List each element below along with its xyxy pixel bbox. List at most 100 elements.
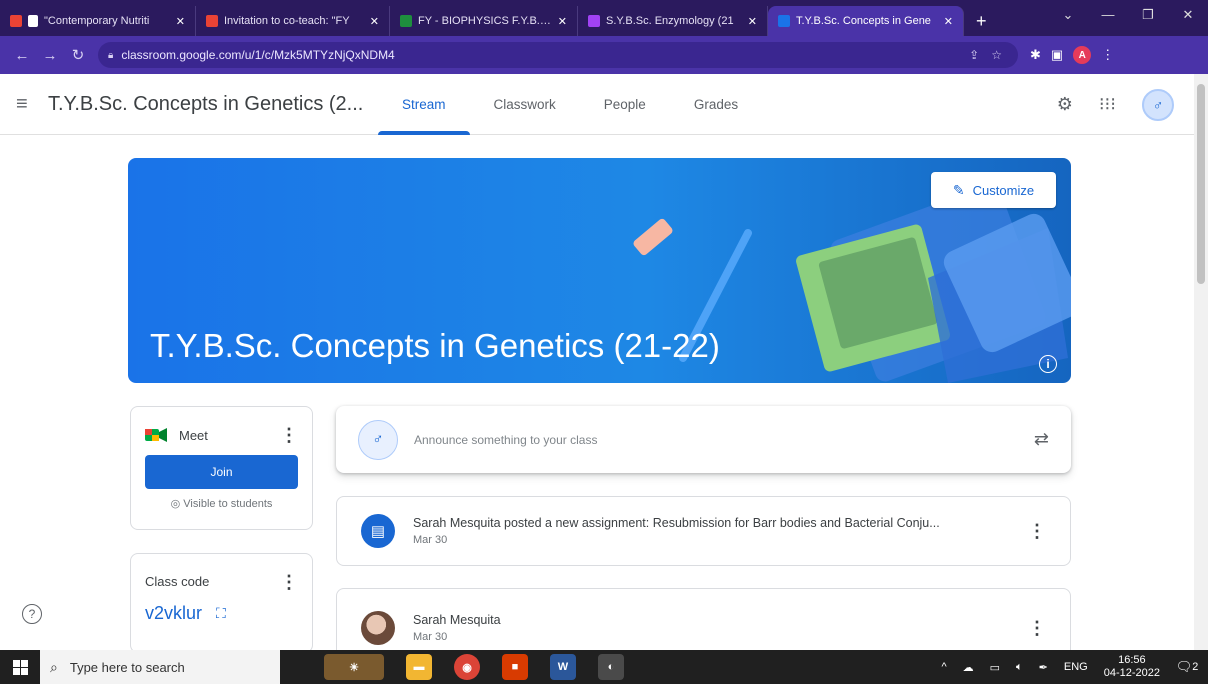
gmail-icon [206, 15, 218, 27]
post-date: Mar 30 [413, 534, 448, 546]
tab-title: "Contemporary Nutriti [44, 15, 150, 27]
browser-toolbar: ← → ↻ 🔒︎ classroom.google.com/u/1/c/Mzk5… [0, 36, 1208, 74]
doc-icon [28, 15, 38, 27]
bookmark-star-icon[interactable]: ☆ [985, 48, 1008, 62]
tab-title: S.Y.B.Sc. Enzymology (21 [606, 15, 734, 27]
browser-tab-5[interactable]: T.Y.B.Sc. Concepts in Gene ✕ [768, 6, 964, 36]
close-icon[interactable]: ✕ [558, 15, 567, 28]
menu-kebab-icon[interactable]: ⋮ [1101, 47, 1114, 63]
page-scrollbar[interactable] [1194, 74, 1208, 650]
meet-header: Meet ⋮ [131, 407, 312, 444]
taskbar-search[interactable]: ⌕ Type here to search [40, 650, 280, 684]
assignment-icon: ▤ [361, 514, 395, 548]
fullscreen-icon[interactable]: ⛶ [216, 605, 226, 622]
browser-tab-1[interactable]: "Contemporary Nutriti ✕ [0, 6, 196, 36]
restore-icon[interactable]: ❐ [1128, 0, 1168, 30]
class-code-card: Class code ⋮ v2vklur ⛶ [130, 553, 313, 650]
help-icon[interactable]: ? [22, 604, 42, 624]
more-options-icon[interactable]: ⋮ [1028, 522, 1046, 540]
extensions-icon[interactable]: ✱ [1030, 47, 1041, 63]
scrollbar-thumb[interactable] [1197, 84, 1205, 284]
more-options-icon[interactable]: ⋮ [280, 573, 298, 591]
lock-icon[interactable]: 🔒︎ [108, 50, 113, 61]
pen-icon[interactable]: ✒ [1039, 661, 1048, 674]
taskbar-apps: ☀ ▬ ◉ ■ W ◐ [324, 654, 624, 680]
stream-post[interactable]: ▤ Sarah Mesquita posted a new assignment… [336, 496, 1071, 566]
account-avatar[interactable]: ♂ [1142, 88, 1174, 121]
class-banner: ✎ Customize T.Y.B.Sc. Concepts in Geneti… [128, 158, 1071, 383]
browser-tab-strip: "Contemporary Nutriti ✕ Invitation to co… [0, 0, 1208, 36]
file-explorer-icon[interactable]: ▬ [406, 654, 432, 680]
notification-center-icon[interactable]: 🗨︎ 2 [1176, 656, 1199, 678]
tab-grades[interactable]: Grades [670, 74, 762, 135]
browser-tab-4[interactable]: S.Y.B.Sc. Enzymology (21 ✕ [578, 6, 768, 36]
close-icon[interactable]: ✕ [370, 15, 379, 28]
chrome-profile-icon[interactable]: ◐ [598, 654, 624, 680]
profile-avatar[interactable]: A [1073, 46, 1092, 64]
tab-title: T.Y.B.Sc. Concepts in Gene [796, 15, 931, 27]
side-panel-icon[interactable]: ▣ [1051, 47, 1063, 63]
show-hidden-icons-icon[interactable]: ^ [941, 661, 946, 673]
info-icon[interactable]: i [1039, 355, 1057, 373]
post-title: Sarah Mesquita posted a new assignment: … [413, 516, 940, 530]
meet-label: Meet [179, 427, 208, 443]
clock[interactable]: 16:56 04-12-2022 [1104, 654, 1160, 680]
main-menu-icon[interactable]: ≡ [16, 94, 36, 114]
class-code-value: v2vklur [145, 603, 203, 623]
clock-time: 16:56 [1118, 654, 1146, 666]
forward-icon[interactable]: → [36, 47, 64, 64]
tab-title: Invitation to co-teach: "FY [224, 15, 350, 27]
url-text: classroom.google.com/u/1/c/Mzk5MTYzNjQxN… [121, 48, 395, 62]
classroom-icon [588, 15, 600, 27]
close-icon[interactable]: ✕ [176, 15, 185, 28]
tab-title: FY - BIOPHYSICS F.Y.B.Sc. [418, 15, 552, 27]
window-controls: ⌄ — ❐ ✕ [1048, 0, 1208, 30]
tab-search-icon[interactable]: ⌄ [1048, 0, 1088, 30]
classroom-page: ≡ T.Y.B.Sc. Concepts in Genetics (2... S… [0, 74, 1194, 650]
more-options-icon[interactable]: ⋮ [280, 426, 298, 444]
classroom-icon [400, 15, 412, 27]
word-icon[interactable]: W [550, 654, 576, 680]
settings-gear-icon[interactable]: ⚙ [1057, 94, 1073, 115]
weather-widget-icon[interactable]: ☀ [324, 654, 384, 680]
office-icon[interactable]: ■ [502, 654, 528, 680]
browser-tab-2[interactable]: Invitation to co-teach: "FY ✕ [196, 6, 390, 36]
reload-icon[interactable]: ↻ [64, 46, 92, 64]
chrome-icon[interactable]: ◉ [454, 654, 480, 680]
battery-icon[interactable]: ▭ [990, 661, 1000, 674]
volume-icon[interactable]: 🔈︎ [1016, 661, 1023, 674]
post-date: Mar 30 [413, 631, 448, 643]
announce-box[interactable]: ♂ Announce something to your class ⇄ [336, 406, 1071, 473]
header-actions: ⚙ ⁝⁝⁝ ♂ [1057, 74, 1174, 135]
new-tab-button[interactable]: + [964, 6, 999, 36]
post-text: Sarah Mesquita Mar 30 [413, 613, 1008, 643]
onedrive-icon[interactable]: ☁ [963, 661, 974, 674]
clock-date: 04-12-2022 [1103, 667, 1160, 679]
classroom-icon [778, 15, 790, 27]
language-indicator[interactable]: ENG [1064, 661, 1088, 673]
tab-stream[interactable]: Stream [378, 74, 470, 135]
address-bar[interactable]: 🔒︎ classroom.google.com/u/1/c/Mzk5MTYzNj… [98, 42, 1018, 68]
more-options-icon[interactable]: ⋮ [1028, 619, 1046, 637]
tab-people[interactable]: People [580, 74, 670, 135]
back-icon[interactable]: ← [8, 47, 36, 64]
system-tray: ^ ☁ ▭ 🔈︎ ✒ ENG 16:56 04-12-2022 🗨︎ 2 [941, 654, 1208, 680]
tab-classwork[interactable]: Classwork [470, 74, 580, 135]
repost-icon[interactable]: ⇄ [1034, 429, 1049, 450]
apps-grid-icon[interactable]: ⁝⁝⁝ [1099, 94, 1116, 115]
search-placeholder: Type here to search [69, 659, 185, 675]
close-icon[interactable]: ✕ [748, 15, 757, 28]
customize-button[interactable]: ✎ Customize [931, 172, 1056, 208]
windows-start-icon[interactable] [0, 650, 40, 684]
class-title[interactable]: T.Y.B.Sc. Concepts in Genetics (2... [48, 93, 378, 116]
share-icon[interactable]: ⇪ [963, 48, 985, 62]
visibility-note: ◎ Visible to students [131, 497, 312, 510]
stream-post[interactable]: Sarah Mesquita Mar 30 ⋮ [336, 588, 1071, 650]
join-button[interactable]: Join [145, 455, 298, 489]
close-icon[interactable]: ✕ [944, 15, 953, 28]
browser-tab-3[interactable]: FY - BIOPHYSICS F.Y.B.Sc. ✕ [390, 6, 578, 36]
close-window-icon[interactable]: ✕ [1168, 0, 1208, 30]
customize-label: Customize [972, 182, 1035, 198]
minimize-icon[interactable]: — [1088, 0, 1128, 30]
search-icon: ⌕ [50, 658, 58, 675]
